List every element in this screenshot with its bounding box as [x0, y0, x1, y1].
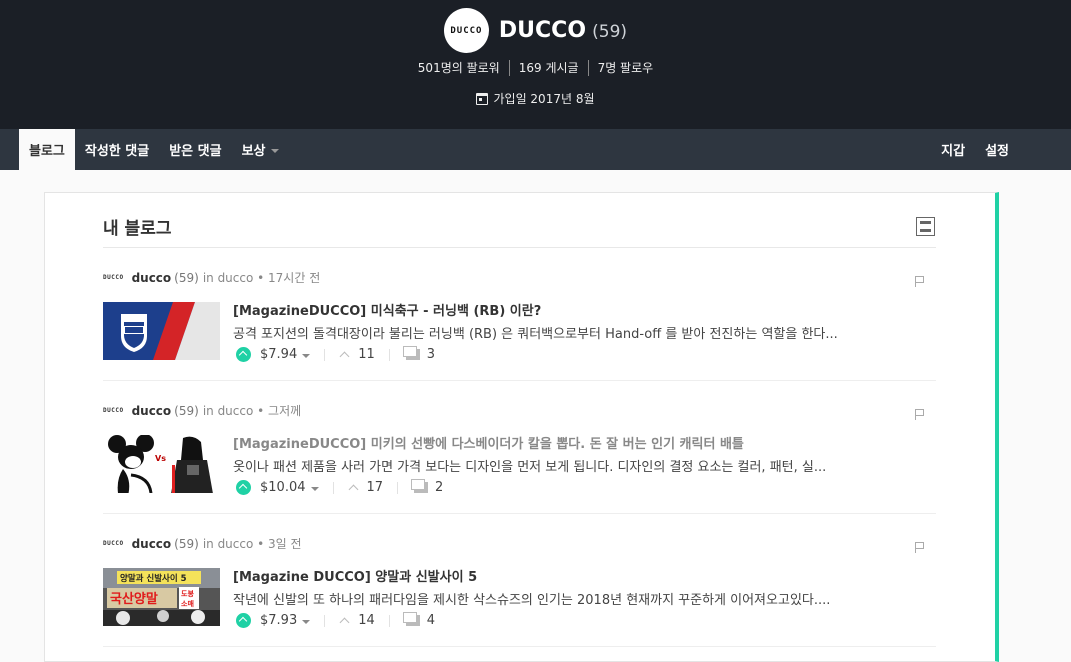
flag-icon[interactable] — [915, 542, 924, 553]
chevron-down-icon — [270, 148, 279, 153]
chevron-down-icon — [302, 619, 311, 624]
comment-icon — [402, 612, 420, 626]
profile-username: DUCCO — [498, 18, 587, 43]
post-title[interactable]: [Magazine DUCCO] 양말과 신발사이 5 — [233, 566, 477, 585]
post-item: DUCCO ducco (59) in ducco • 3일 전 양말과 신발사… — [103, 514, 936, 647]
svg-text:소매: 소매 — [181, 599, 194, 608]
post-summary[interactable]: 옷이나 패션 제품을 사러 가면 가격 보다는 디자인을 먼저 보게 됩니다. … — [233, 456, 933, 475]
chevron-down-icon — [302, 353, 311, 358]
joined-date: 가입일 2017년 8월 — [0, 90, 1071, 107]
flag-icon[interactable] — [915, 409, 924, 420]
tab-comments[interactable]: 작성한 댓글 — [75, 129, 159, 170]
flag-icon[interactable] — [915, 276, 924, 287]
following-count[interactable]: 7명 팔로우 — [589, 60, 663, 76]
profile-stats: 501명의 팔로워 169 게시글 7명 팔로우 — [0, 60, 1071, 76]
vote-count-icon — [339, 351, 350, 361]
tab-rewards[interactable]: 보상 — [232, 129, 289, 170]
payout[interactable]: $7.94 — [260, 347, 311, 362]
comment-count[interactable]: 4 — [427, 613, 435, 628]
post-meta: in ducco • 17시간 전 — [202, 271, 321, 285]
author-avatar[interactable]: DUCCO — [103, 274, 124, 281]
upvote-icon[interactable] — [236, 613, 251, 628]
tab-replies[interactable]: 받은 댓글 — [159, 129, 231, 170]
tab-wallet[interactable]: 지갑 — [931, 129, 975, 170]
payout[interactable]: $7.93 — [260, 613, 311, 628]
vote-count-icon — [339, 617, 350, 627]
profile-header: DUCCO DUCCO (59) 501명의 팔로워 169 게시글 7명 팔로… — [0, 0, 1071, 129]
post-meta: in ducco • 3일 전 — [202, 537, 302, 551]
avatar[interactable]: DUCCO — [443, 8, 489, 53]
vote-count[interactable]: 17 — [367, 480, 384, 495]
blog-heading: 내 블로그 — [103, 193, 936, 248]
post-summary[interactable]: 공격 포지션의 돌격대장이라 불리는 러닝백 (RB) 은 쿼터백으로부터 Ha… — [233, 323, 933, 342]
profile-reputation: (59) — [592, 22, 628, 42]
post-author[interactable]: ducco — [132, 271, 172, 285]
author-avatar[interactable]: DUCCO — [103, 540, 124, 547]
chevron-down-icon — [310, 486, 319, 491]
comment-count[interactable]: 2 — [435, 480, 443, 495]
payout[interactable]: $10.04 — [260, 480, 319, 495]
comment-count[interactable]: 3 — [427, 347, 435, 362]
profile-nav: 블로그 작성한 댓글 받은 댓글 보상 지갑 설정 — [0, 129, 1071, 170]
svg-text:양말과 신발사이 5: 양말과 신발사이 5 — [120, 573, 187, 584]
comment-icon — [411, 479, 429, 493]
post-title[interactable]: [MagazineDUCCO] 미키의 선빵에 다스베이더가 칼을 뽑다. 돈 … — [233, 433, 744, 452]
vote-count-icon — [348, 484, 358, 494]
post-thumbnail[interactable]: Vs — [103, 435, 220, 493]
author-avatar[interactable]: DUCCO — [103, 407, 124, 414]
svg-text:Vs: Vs — [155, 454, 166, 463]
view-toggle-icon[interactable] — [916, 216, 935, 236]
upvote-icon[interactable] — [236, 480, 251, 495]
posts-count: 169 게시글 — [510, 60, 589, 76]
post-author[interactable]: ducco — [132, 404, 172, 418]
post-author[interactable]: ducco — [132, 537, 172, 551]
blog-card: 내 블로그 DUCCO ducco (59) in ducco • 17시간 전 — [44, 192, 999, 662]
post-item: DUCCO ducco (59) in ducco • 17시간 전 [Maga… — [103, 248, 936, 381]
svg-text:국산양말: 국산양말 — [110, 591, 158, 607]
svg-text:도봉: 도봉 — [181, 590, 194, 598]
vote-count[interactable]: 11 — [358, 347, 375, 362]
upvote-icon[interactable] — [236, 347, 251, 362]
calendar-icon — [476, 92, 489, 105]
vote-count[interactable]: 14 — [358, 613, 375, 628]
post-thumbnail[interactable] — [103, 302, 220, 360]
followers-count[interactable]: 501명의 팔로워 — [409, 60, 510, 76]
post-item: DUCCO ducco (59) in ducco • 그저께 Vs [Maga… — [103, 381, 936, 514]
post-title[interactable]: [MagazineDUCCO] 미식축구 - 러닝백 (RB) 이란? — [233, 300, 541, 319]
post-meta: in ducco • 그저께 — [202, 404, 302, 418]
post-thumbnail[interactable]: 양말과 신발사이 5 국산양말 도봉 소매 — [103, 568, 220, 626]
post-summary[interactable]: 작년에 신발의 또 하나의 패러다임을 제시한 삭스슈즈의 인기는 2018년 … — [233, 589, 933, 608]
tab-blog[interactable]: 블로그 — [19, 129, 75, 170]
tab-settings[interactable]: 설정 — [975, 129, 1019, 170]
comment-icon — [402, 346, 420, 360]
